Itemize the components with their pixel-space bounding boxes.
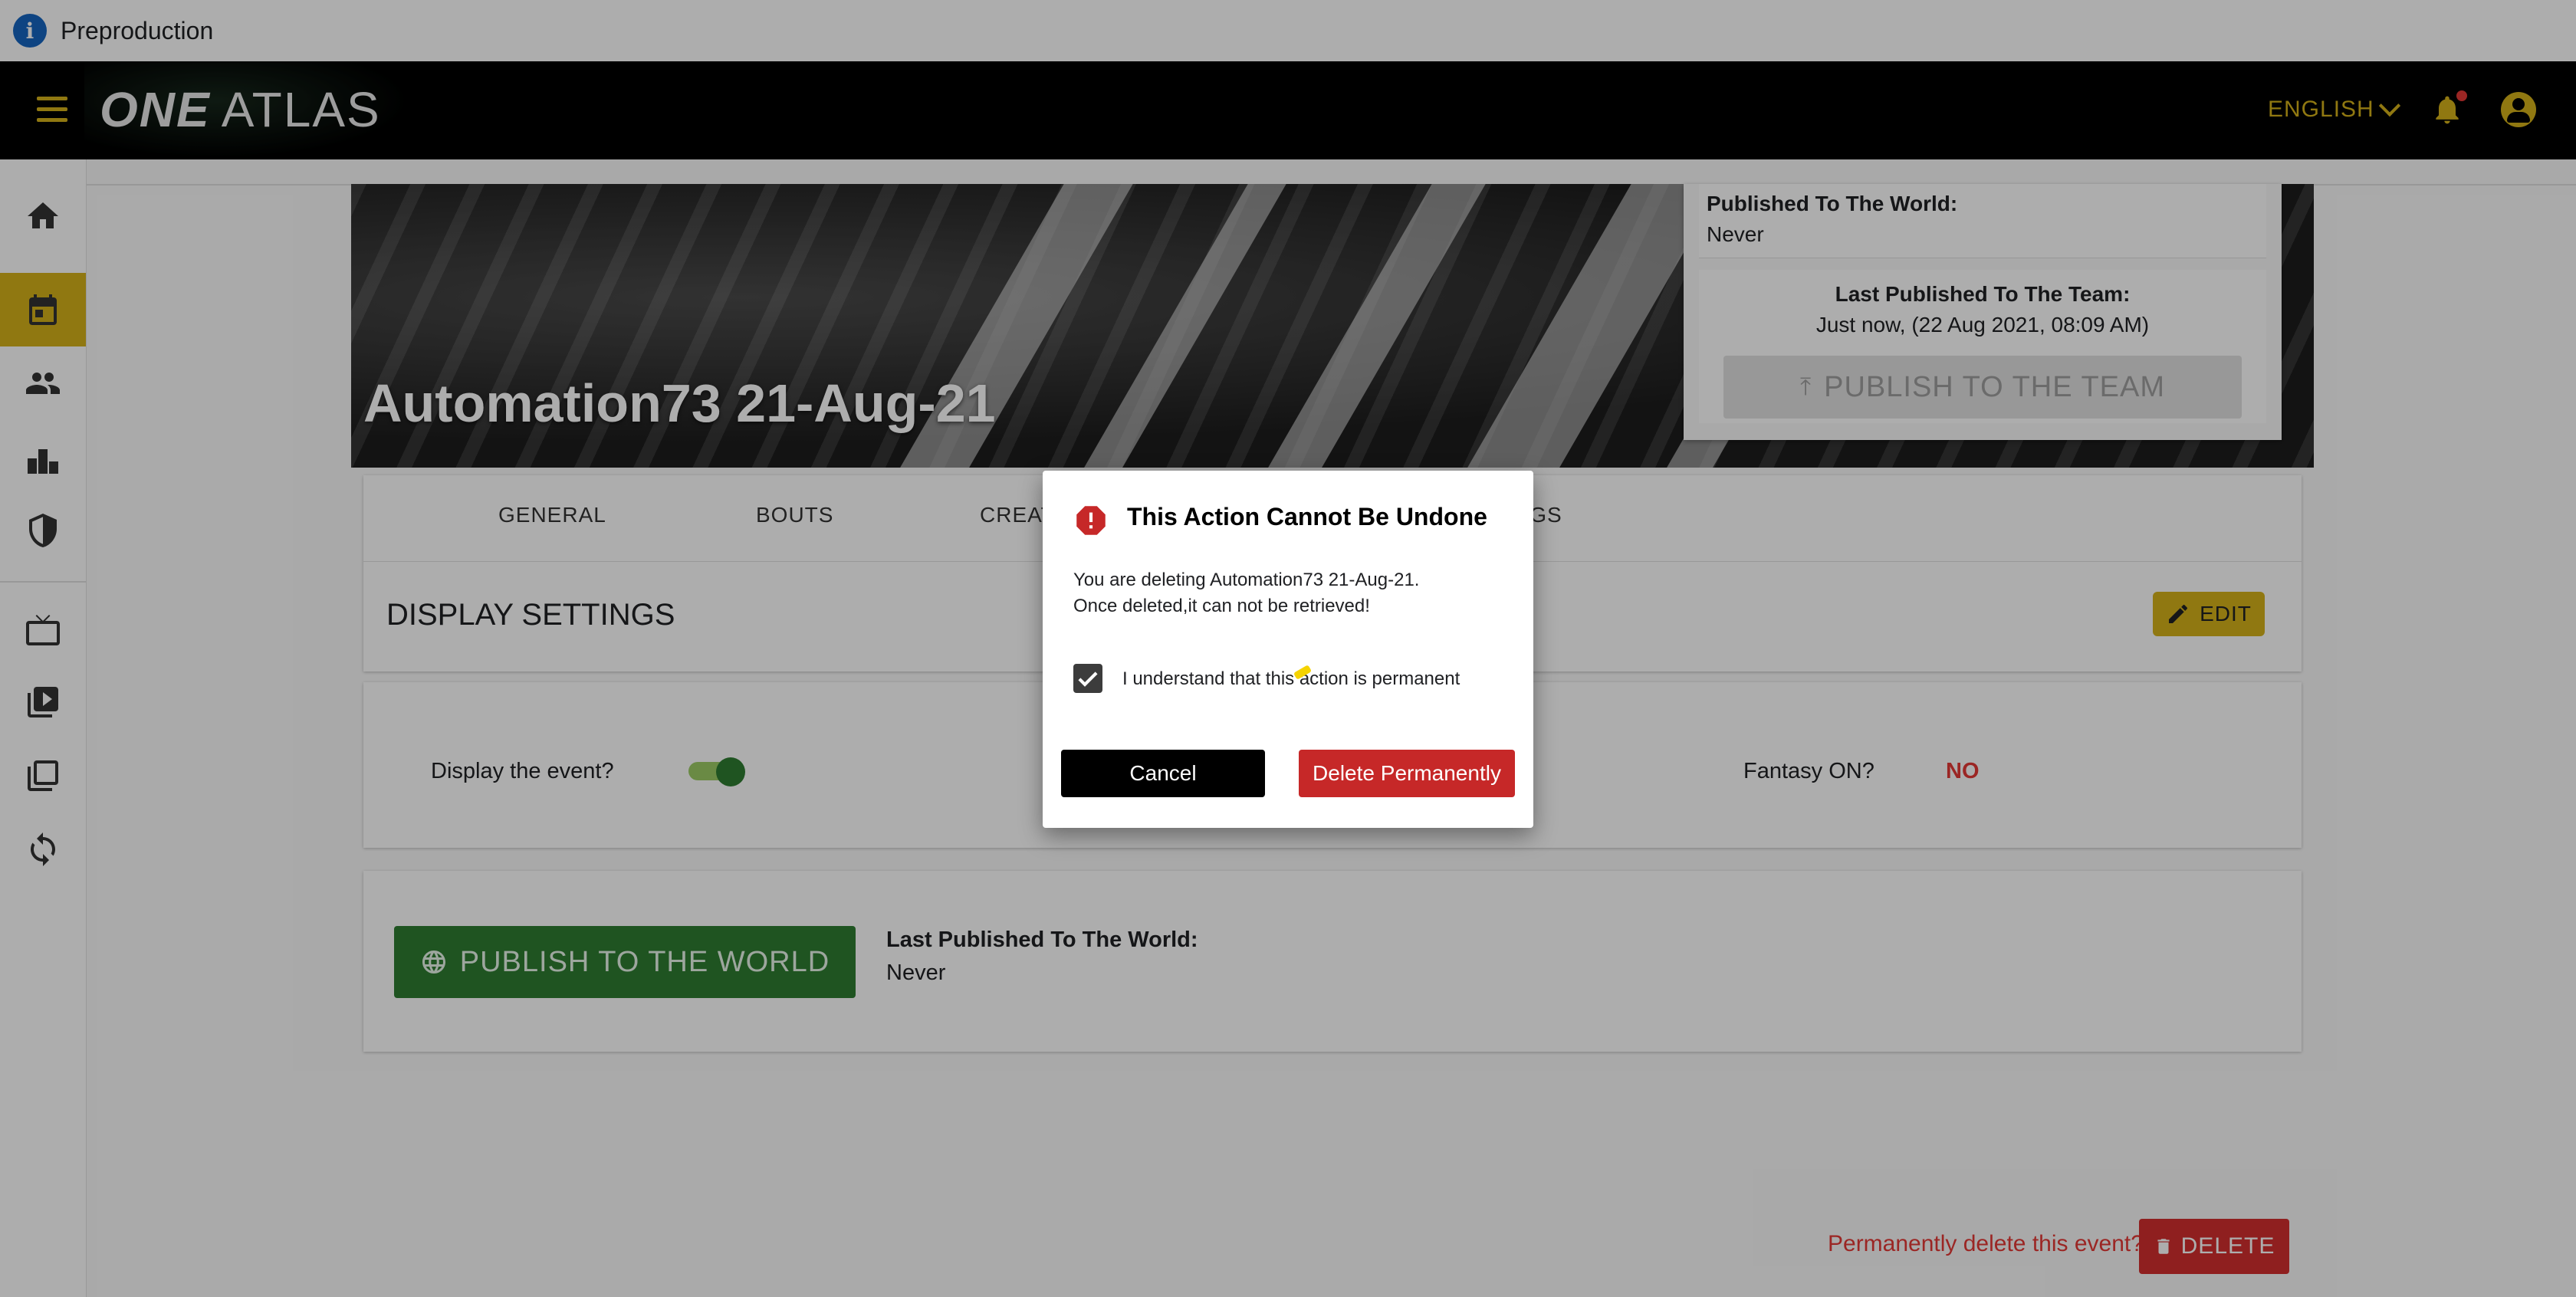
checkmark-icon bbox=[1078, 671, 1098, 687]
cancel-button[interactable]: Cancel bbox=[1061, 750, 1265, 797]
dialog-message: You are deleting Automation73 21-Aug-21.… bbox=[1073, 570, 1420, 616]
delete-permanently-button[interactable]: Delete Permanently bbox=[1299, 750, 1515, 797]
dialog-title: This Action Cannot Be Undone bbox=[1127, 503, 1487, 530]
warning-octagon-icon bbox=[1076, 506, 1106, 535]
delete-confirmation-dialog: This Action Cannot Be Undone You are del… bbox=[1043, 471, 1533, 828]
permanent-checkbox-label[interactable]: I understand that this action is permane… bbox=[1122, 668, 1460, 690]
permanent-checkbox[interactable] bbox=[1073, 664, 1102, 693]
